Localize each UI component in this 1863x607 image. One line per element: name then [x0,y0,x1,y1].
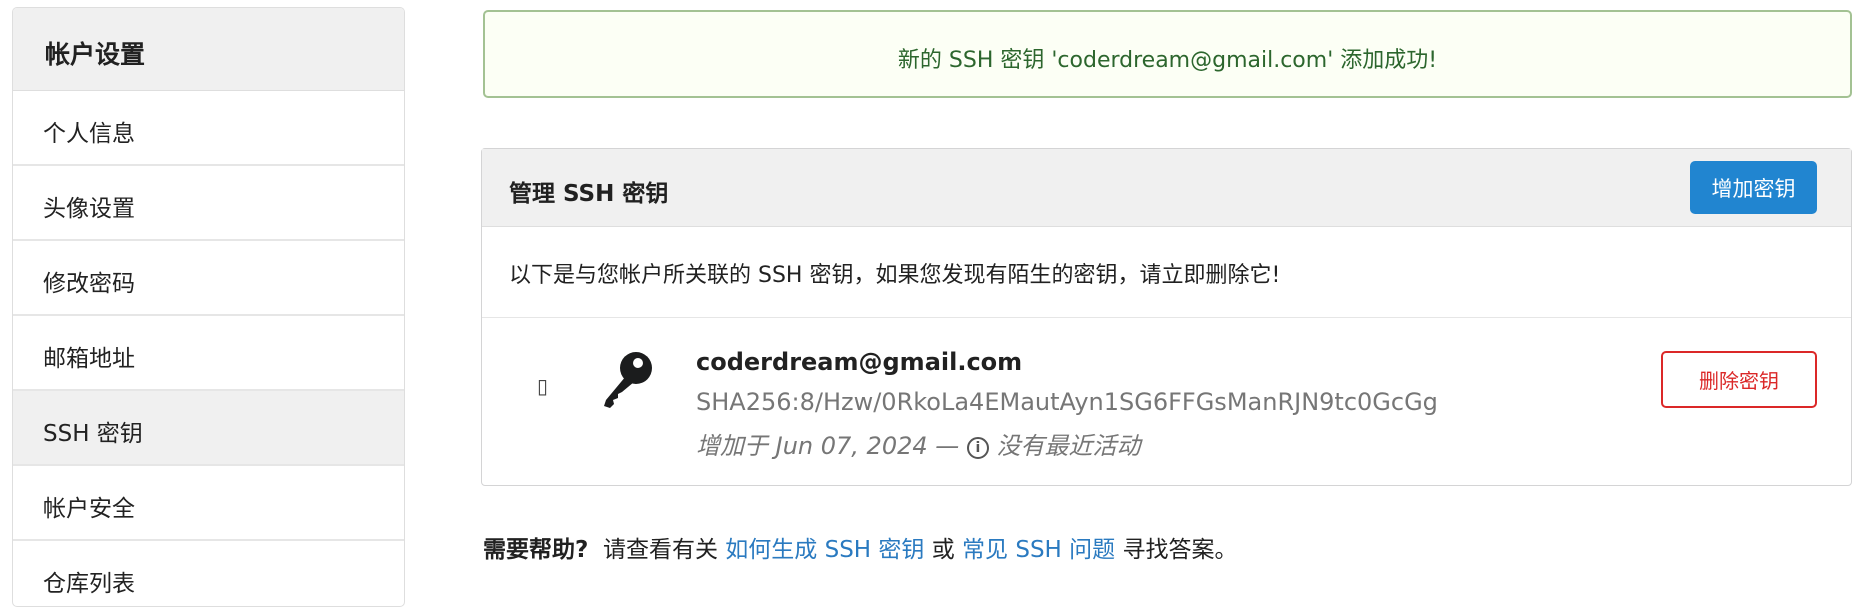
key-icon [600,350,656,416]
success-alert: 新的 SSH 密钥 'coderdream@gmail.com' 添加成功! [483,10,1852,98]
help-text-1: 请查看有关 [602,537,718,563]
ssh-key-item: ▯ coderdream@gmail.com SHA256:8/Hzw/0Rko… [482,318,1851,486]
help-lead: 需要帮助? [483,537,589,563]
sidebar-item-security[interactable]: 帐户安全 [13,466,404,541]
key-added-info: 增加于 Jun 07, 2024 — i 没有最近活动 [696,426,1141,461]
panel-header: 管理 SSH 密钥 增加密钥 [482,149,1851,227]
key-activity: 没有最近活动 [996,432,1141,460]
sidebar-title: 帐户设置 [13,8,404,91]
sidebar-item-avatar[interactable]: 头像设置 [13,166,404,241]
add-key-button[interactable]: 增加密钥 [1690,161,1817,214]
sidebar-item-password[interactable]: 修改密码 [13,241,404,316]
sidebar-item-profile[interactable]: 个人信息 [13,91,404,166]
key-name: coderdream@gmail.com [696,348,1023,376]
sidebar-item-ssh-keys[interactable]: SSH 密钥 [13,391,404,466]
delete-key-button[interactable]: 删除密钥 [1661,351,1817,408]
panel-title: 管理 SSH 密钥 [509,181,669,207]
help-or: 或 [931,537,955,563]
help-text: 需要帮助? 请查看有关 如何生成 SSH 密钥 或 常见 SSH 问题 寻找答案… [483,530,1237,564]
ssh-faq-link[interactable]: 常见 SSH 问题 [962,537,1115,563]
sidebar-item-email[interactable]: 邮箱地址 [13,316,404,391]
sidebar-item-repositories[interactable]: 仓库列表 [13,541,404,606]
generate-ssh-key-link[interactable]: 如何生成 SSH 密钥 [725,537,924,563]
ssh-keys-panel: 管理 SSH 密钥 增加密钥 以下是与您帐户所关联的 SSH 密钥，如果您发现有… [481,148,1852,486]
panel-description: 以下是与您帐户所关联的 SSH 密钥，如果您发现有陌生的密钥，请立即删除它! [482,227,1851,318]
key-added-date: 增加于 Jun 07, 2024 — [696,432,960,460]
key-status-glyph: ▯ [537,374,549,398]
info-icon: i [966,437,989,459]
key-fingerprint: SHA256:8/Hzw/0RkoLa4EMautAyn1SG6FFGsManR… [696,388,1438,416]
help-text-2: 寻找答案。 [1122,537,1238,563]
settings-sidebar: 帐户设置 个人信息 头像设置 修改密码 邮箱地址 SSH 密钥 帐户安全 仓库列… [12,7,405,607]
